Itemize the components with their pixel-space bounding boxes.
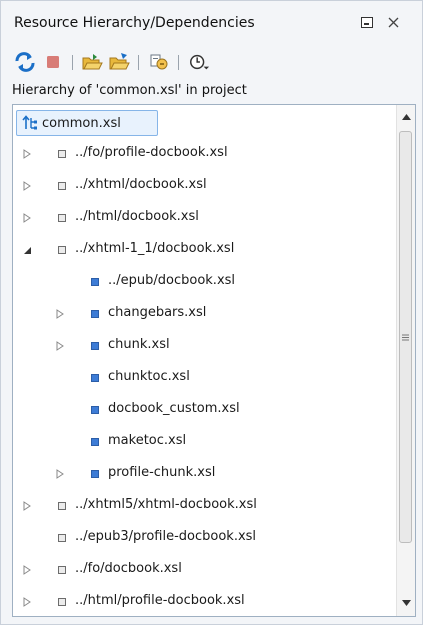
history-dropdown-icon[interactable] [188, 51, 210, 73]
tree-row-label: ../epub3/profile-docbook.xsl [75, 529, 257, 544]
tree-row[interactable]: chunk.xsl [13, 330, 395, 362]
collapsed-triangle-icon[interactable] [22, 565, 32, 575]
tree-row[interactable]: ../epub3/profile-docbook.xsl [13, 522, 395, 554]
file-icon [91, 342, 99, 350]
collapsed-triangle-icon[interactable] [55, 469, 65, 479]
configure-icon[interactable] [148, 51, 170, 73]
expanded-triangle-icon[interactable] [22, 245, 32, 255]
file-icon [58, 534, 66, 542]
tree-row-label: ../xhtml/docbook.xsl [75, 177, 207, 192]
collapsed-triangle-icon[interactable] [22, 149, 32, 159]
collapsed-triangle-icon[interactable] [55, 309, 65, 319]
close-icon[interactable] [385, 14, 401, 30]
tree-row-label: docbook_custom.xsl [108, 401, 240, 416]
tree-row[interactable]: ../xhtml/docbook.xsl [13, 170, 395, 202]
file-icon [91, 470, 99, 478]
minimize-view-icon[interactable] [359, 14, 375, 30]
tree-root-node[interactable]: common.xsl [16, 110, 158, 136]
collapsed-triangle-icon[interactable] [22, 501, 32, 511]
tree-row-label: ../fo/docbook.xsl [75, 561, 182, 576]
file-icon [58, 598, 66, 606]
collapsed-triangle-icon[interactable] [22, 181, 32, 191]
tree-row[interactable]: profile-chunk.xsl [13, 458, 395, 490]
tree-row[interactable]: chunktoc.xsl [13, 362, 395, 394]
file-icon [91, 406, 99, 414]
tree-row[interactable]: ../html/profile-docbook.xsl [13, 586, 395, 616]
export-folder-icon[interactable] [108, 51, 130, 73]
tree-row-label: chunktoc.xsl [108, 369, 190, 384]
collapsed-triangle-icon[interactable] [55, 341, 65, 351]
tree-row-label: ../fo/profile-docbook.xsl [75, 145, 228, 160]
tree-row-label: chunk.xsl [108, 337, 170, 352]
tree-row-label: maketoc.xsl [108, 433, 187, 448]
panel-toolbar [1, 43, 422, 77]
tree-row-label: ../html/docbook.xsl [75, 209, 199, 224]
toolbar-separator [178, 55, 179, 70]
tree-row[interactable]: ../fo/docbook.xsl [13, 554, 395, 586]
file-icon [91, 438, 99, 446]
hierarchy-heading: Hierarchy of 'common.xsl' in project [12, 83, 247, 98]
tree-row[interactable]: changebars.xsl [13, 298, 395, 330]
scroll-up-icon[interactable] [397, 109, 415, 125]
panel-title: Resource Hierarchy/Dependencies [14, 15, 255, 31]
tree-row-label: ../xhtml-1_1/docbook.xsl [75, 241, 235, 256]
tree-row[interactable]: ../epub/docbook.xsl [13, 266, 395, 298]
file-icon [91, 374, 99, 382]
toolbar-separator [72, 55, 73, 70]
hierarchy-root-icon [22, 115, 38, 131]
tree-row[interactable]: ../html/docbook.xsl [13, 202, 395, 234]
scroll-down-icon[interactable] [397, 595, 415, 611]
tree-row-label: changebars.xsl [108, 305, 207, 320]
tree-row[interactable]: ../fo/profile-docbook.xsl [13, 138, 395, 170]
stop-icon[interactable] [42, 51, 64, 73]
file-icon [91, 278, 99, 286]
file-icon [58, 502, 66, 510]
tree-row[interactable]: ../xhtml5/xhtml-docbook.xsl [13, 490, 395, 522]
collapsed-triangle-icon[interactable] [22, 597, 32, 607]
resource-hierarchy-panel: Resource Hierarchy/Dependencies Hierarch… [0, 0, 423, 625]
toolbar-separator [138, 55, 139, 70]
scroll-grip-icon [402, 334, 409, 340]
file-icon [91, 310, 99, 318]
file-icon [58, 182, 66, 190]
tree-root-label: common.xsl [42, 115, 121, 131]
tree-row-label: ../xhtml5/xhtml-docbook.xsl [75, 497, 257, 512]
file-icon [58, 246, 66, 254]
tree-row[interactable]: maketoc.xsl [13, 426, 395, 458]
refresh-icon[interactable] [14, 51, 36, 73]
tree-row-label: ../html/profile-docbook.xsl [75, 593, 245, 608]
scrollbar-thumb[interactable] [399, 131, 412, 543]
tree-row-label: ../epub/docbook.xsl [108, 273, 236, 288]
file-icon [58, 214, 66, 222]
file-icon [58, 150, 66, 158]
file-icon [58, 566, 66, 574]
open-folder-icon[interactable] [81, 51, 103, 73]
tree-row-label: profile-chunk.xsl [108, 465, 216, 480]
collapsed-triangle-icon[interactable] [22, 213, 32, 223]
hierarchy-tree[interactable]: common.xsl ../fo/profile-docbook.xsl ../x… [12, 104, 416, 617]
vertical-scrollbar[interactable] [396, 105, 415, 616]
tree-row[interactable]: docbook_custom.xsl [13, 394, 395, 426]
tree-row[interactable]: ../xhtml-1_1/docbook.xsl [13, 234, 395, 266]
panel-titlebar: Resource Hierarchy/Dependencies [1, 1, 422, 43]
